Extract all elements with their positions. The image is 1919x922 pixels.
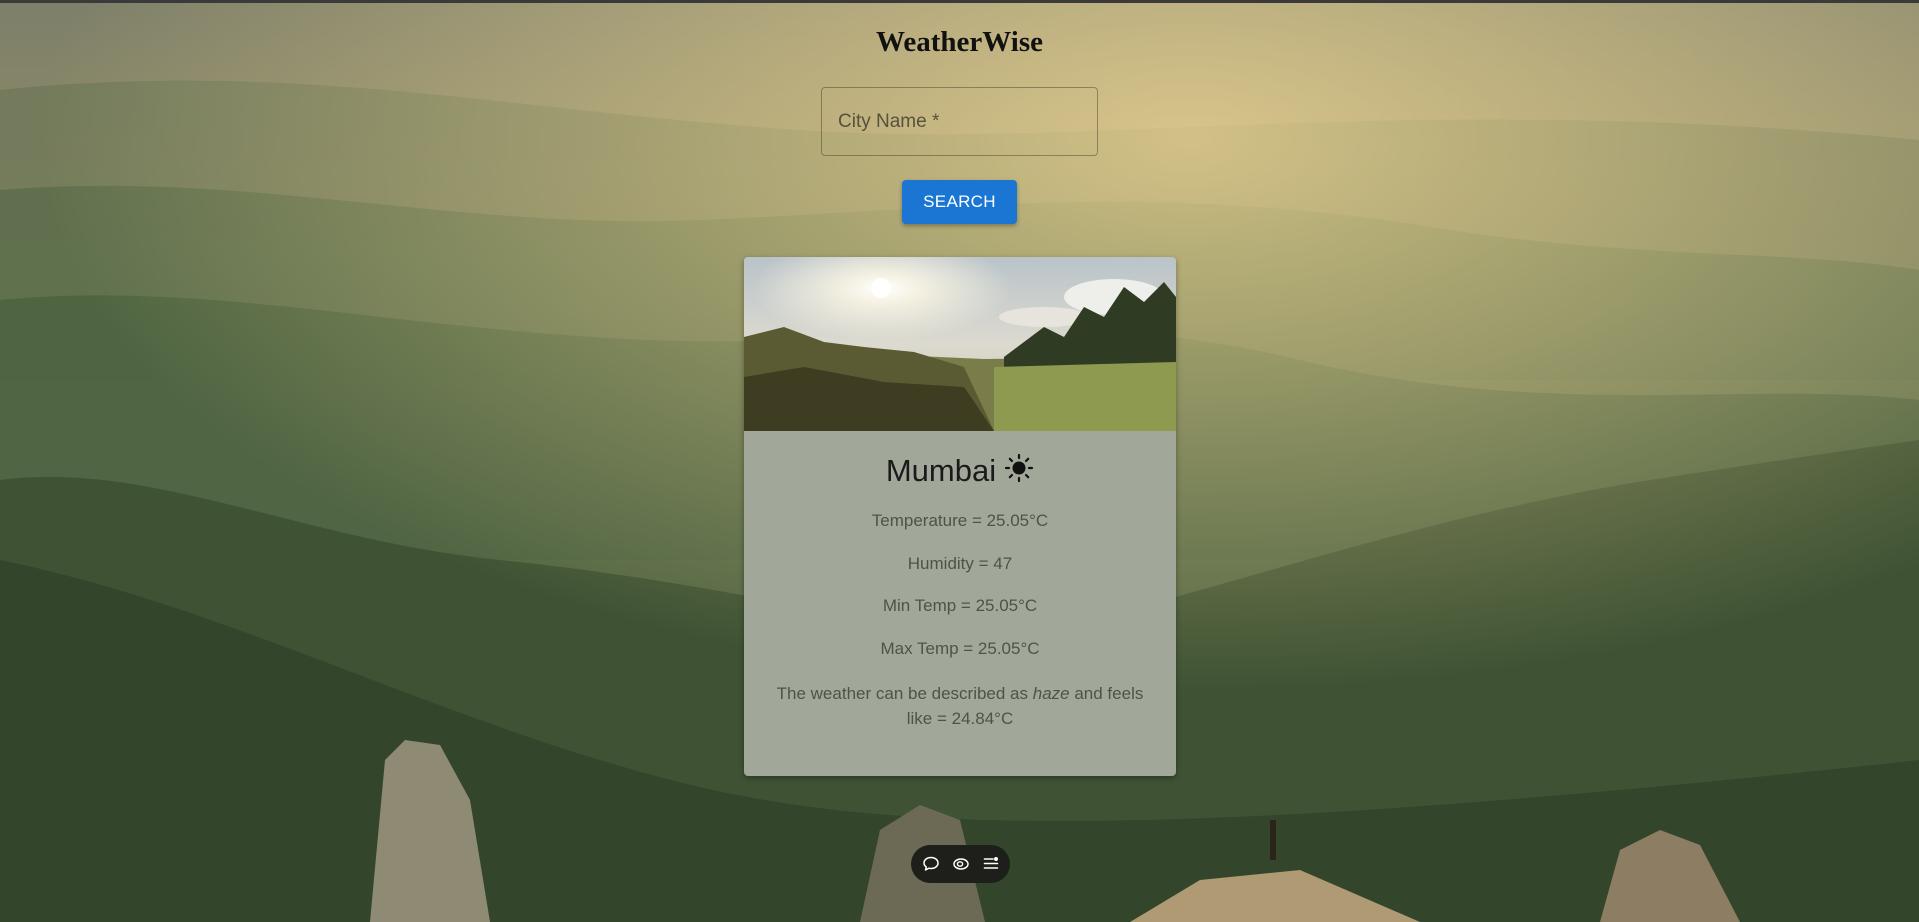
weather-card: Mumbai Temperature = 25.05°C Humidity = … — [744, 257, 1176, 776]
weather-description: The weather can be described as haze and… — [764, 681, 1156, 731]
page: WeatherWise SEARCH — [0, 0, 1919, 922]
sun-icon — [1005, 453, 1034, 483]
weather-card-content: Mumbai Temperature = 25.05°C Humidity = … — [744, 431, 1176, 731]
city-name: Mumbai — [885, 453, 997, 488]
top-border — [0, 0, 1919, 3]
search-button[interactable]: SEARCH — [902, 180, 1017, 224]
city-name-field[interactable] — [821, 87, 1098, 156]
comment-icon[interactable] — [921, 854, 941, 874]
app-title: WeatherWise — [876, 26, 1043, 58]
city-heading: Mumbai — [744, 451, 1176, 491]
city-name-input[interactable] — [822, 88, 1097, 155]
min-temp-text: Min Temp = 25.05°C — [882, 596, 1038, 615]
max-temp-text: Max Temp = 25.05°C — [880, 639, 1040, 658]
humidity-text: Humidity = 47 — [907, 554, 1013, 573]
temperature-text: Temperature = 25.05°C — [871, 511, 1049, 530]
description-condition: haze — [1032, 684, 1070, 703]
eye-icon[interactable] — [951, 854, 971, 874]
floating-toolbar — [911, 845, 1010, 883]
weather-card-image — [744, 257, 1176, 431]
list-settings-icon[interactable] — [981, 854, 1001, 874]
description-prefix: The weather can be described as — [776, 684, 1033, 703]
